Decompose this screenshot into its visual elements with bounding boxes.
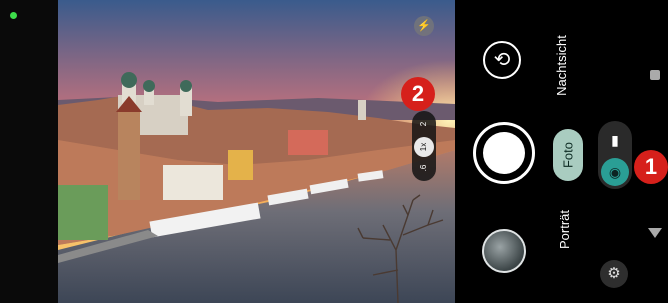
flash-off-icon[interactable]: ⚡ <box>414 16 434 36</box>
annotation-badge-2: 2 <box>401 77 435 111</box>
zoom-option-wide[interactable]: .6 <box>415 156 433 180</box>
shutter-button-inner[interactable] <box>483 132 525 174</box>
mode-photo-label: Foto <box>560 141 576 169</box>
shutter-button[interactable] <box>473 122 535 184</box>
zoom-option-tele[interactable]: 2 <box>415 112 433 136</box>
mode-photo[interactable]: Foto <box>553 129 583 181</box>
camera-viewfinder[interactable] <box>58 0 455 303</box>
camera-icon[interactable]: ▮ <box>603 128 627 152</box>
left-status-strip <box>0 0 58 303</box>
annotation-badge-1: 1 <box>634 150 668 184</box>
gallery-thumbnail[interactable] <box>482 229 526 273</box>
recents-nav-icon[interactable] <box>650 70 660 80</box>
zoom-option-normal[interactable]: 1x <box>414 137 434 157</box>
camera-in-use-indicator <box>10 12 17 19</box>
photo-video-toggle[interactable]: ▮ ◉ <box>598 121 632 189</box>
zoom-selector[interactable]: 2 1x .6 <box>412 111 436 181</box>
back-nav-icon[interactable] <box>648 228 662 238</box>
mode-portrait[interactable]: Porträt <box>557 210 572 249</box>
video-icon[interactable]: ◉ <box>601 158 629 186</box>
rotate-camera-icon[interactable]: ⟲ <box>483 41 521 79</box>
settings-gear-icon[interactable]: ⚙ <box>600 260 628 288</box>
mode-night[interactable]: Nachtsicht <box>554 35 569 96</box>
